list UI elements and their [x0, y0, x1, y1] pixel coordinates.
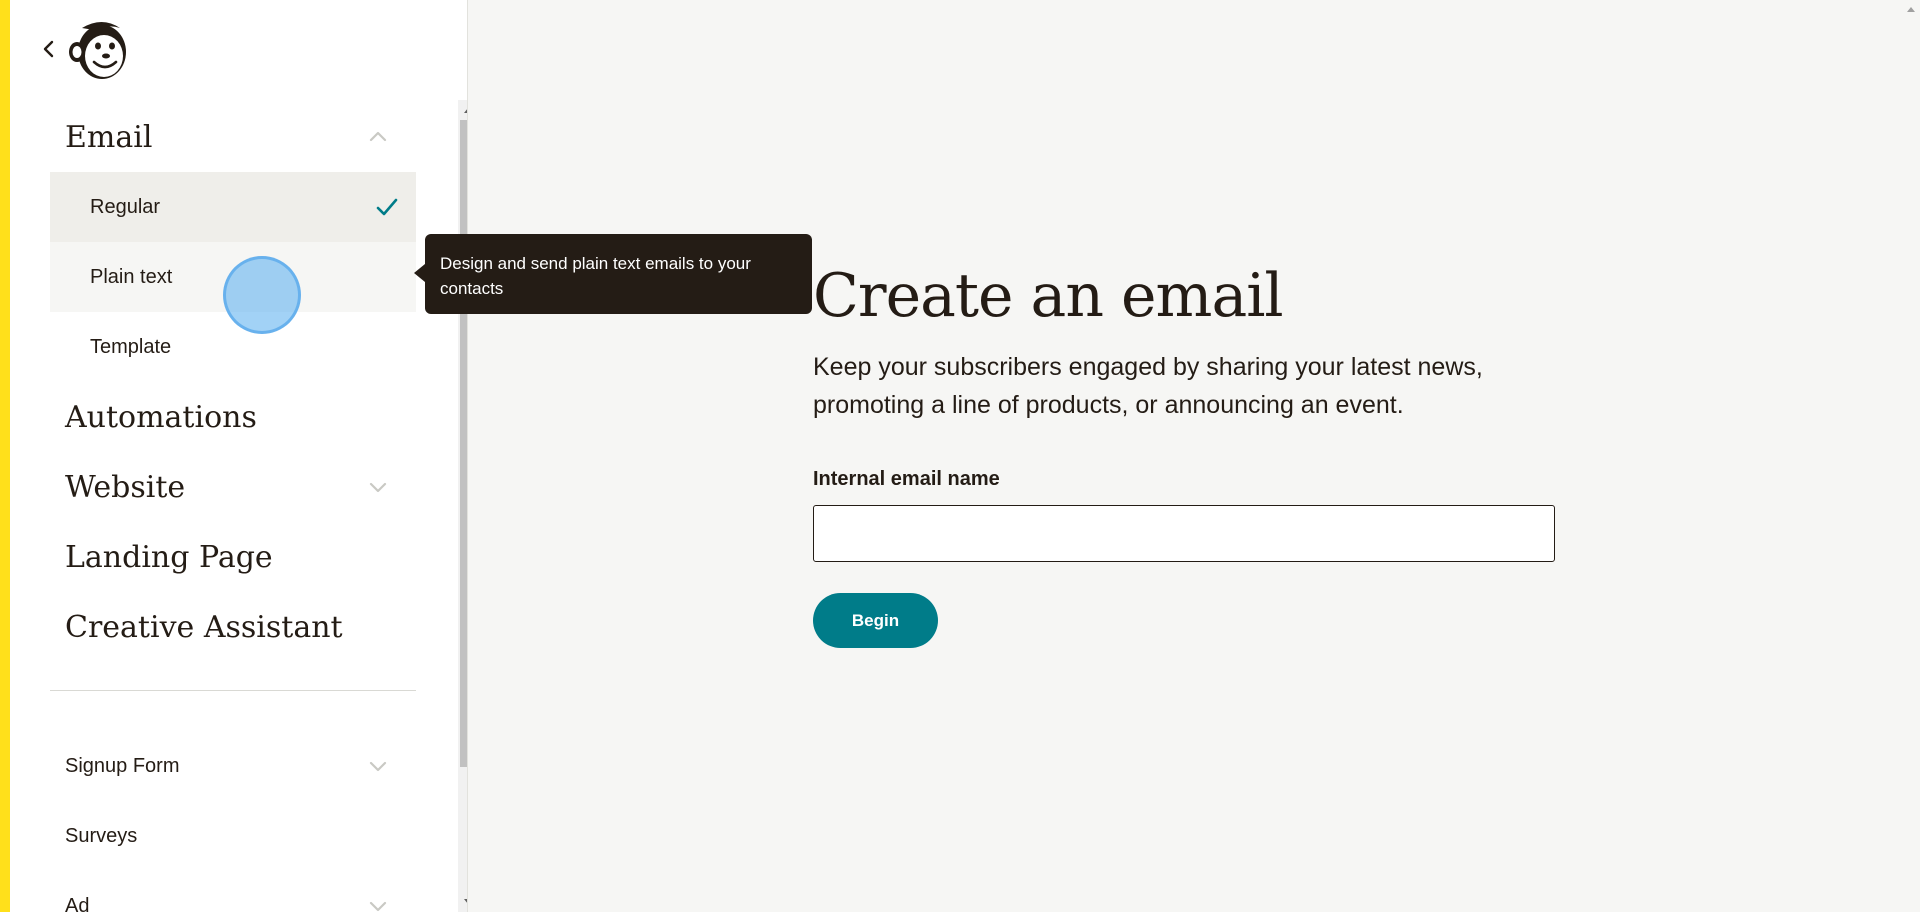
sidebar-section-label: Automations	[65, 399, 257, 435]
sidebar-item-label: Plain text	[90, 265, 173, 288]
sidebar-item-signup-form[interactable]: Signup Form	[50, 731, 416, 801]
page-scrollbar[interactable]	[1902, 0, 1920, 912]
sidebar-item-regular[interactable]: Regular	[50, 172, 416, 242]
sidebar-section-label: Creative Assistant	[65, 609, 343, 645]
page-scroll-up-arrow-icon[interactable]	[1904, 2, 1918, 16]
sidebar-item-label: Surveys	[65, 824, 138, 847]
sidebar-section-creative-assistant[interactable]: Creative Assistant	[50, 592, 416, 662]
sidebar-divider	[50, 690, 416, 691]
sidebar-section-label: Website	[65, 469, 186, 505]
chevron-down-icon	[369, 761, 387, 772]
sidebar-section-label: Landing Page	[65, 539, 273, 575]
sidebar-item-label: Regular	[90, 195, 161, 218]
sidebar-scrollbar-thumb[interactable]	[460, 120, 467, 767]
email-name-label: Internal email name	[813, 468, 1000, 490]
monkey-logo-icon	[69, 22, 126, 79]
chevron-down-icon	[369, 901, 387, 912]
check-icon	[376, 198, 398, 216]
scroll-up-arrow-icon[interactable]	[458, 100, 467, 120]
sidebar-section-landing-page[interactable]: Landing Page	[50, 522, 416, 592]
scroll-down-arrow-icon[interactable]	[458, 892, 467, 912]
sidebar-scrollbar[interactable]	[458, 100, 467, 912]
sidebar-item-template[interactable]: Template	[50, 312, 416, 382]
sidebar-section-email[interactable]: Email	[50, 102, 416, 172]
chevron-up-icon	[369, 131, 387, 142]
sidebar-section-label: Email	[65, 119, 153, 155]
tooltip-text: Design and send plain text emails to you…	[440, 254, 751, 298]
sidebar-item-label: Template	[90, 335, 172, 358]
brand-stripe	[0, 0, 10, 912]
main-content: Create an email Keep your subscribers en…	[813, 258, 1563, 648]
mailchimp-logo[interactable]	[62, 16, 132, 82]
sidebar: Email Regular Plain text Template Automa…	[10, 0, 468, 912]
sidebar-nav: Email Regular Plain text Template Automa…	[50, 102, 416, 912]
tooltip: Design and send plain text emails to you…	[425, 234, 812, 314]
begin-button[interactable]: Begin	[813, 593, 938, 648]
click-indicator	[223, 256, 301, 334]
tooltip-arrow	[414, 264, 425, 282]
sidebar-item-ad[interactable]: Ad	[50, 871, 416, 912]
page-title: Create an email	[813, 261, 1284, 331]
email-name-input[interactable]	[813, 505, 1555, 562]
sidebar-section-website[interactable]: Website	[50, 452, 416, 522]
sidebar-item-surveys[interactable]: Surveys	[50, 801, 416, 871]
page-description: Keep your subscribers engaged by sharing…	[813, 353, 1483, 419]
sidebar-item-label: Ad	[65, 894, 90, 912]
sidebar-section-automations[interactable]: Automations	[50, 382, 416, 452]
chevron-left-icon	[43, 40, 54, 58]
sidebar-item-label: Signup Form	[65, 754, 180, 777]
chevron-down-icon	[369, 482, 387, 493]
